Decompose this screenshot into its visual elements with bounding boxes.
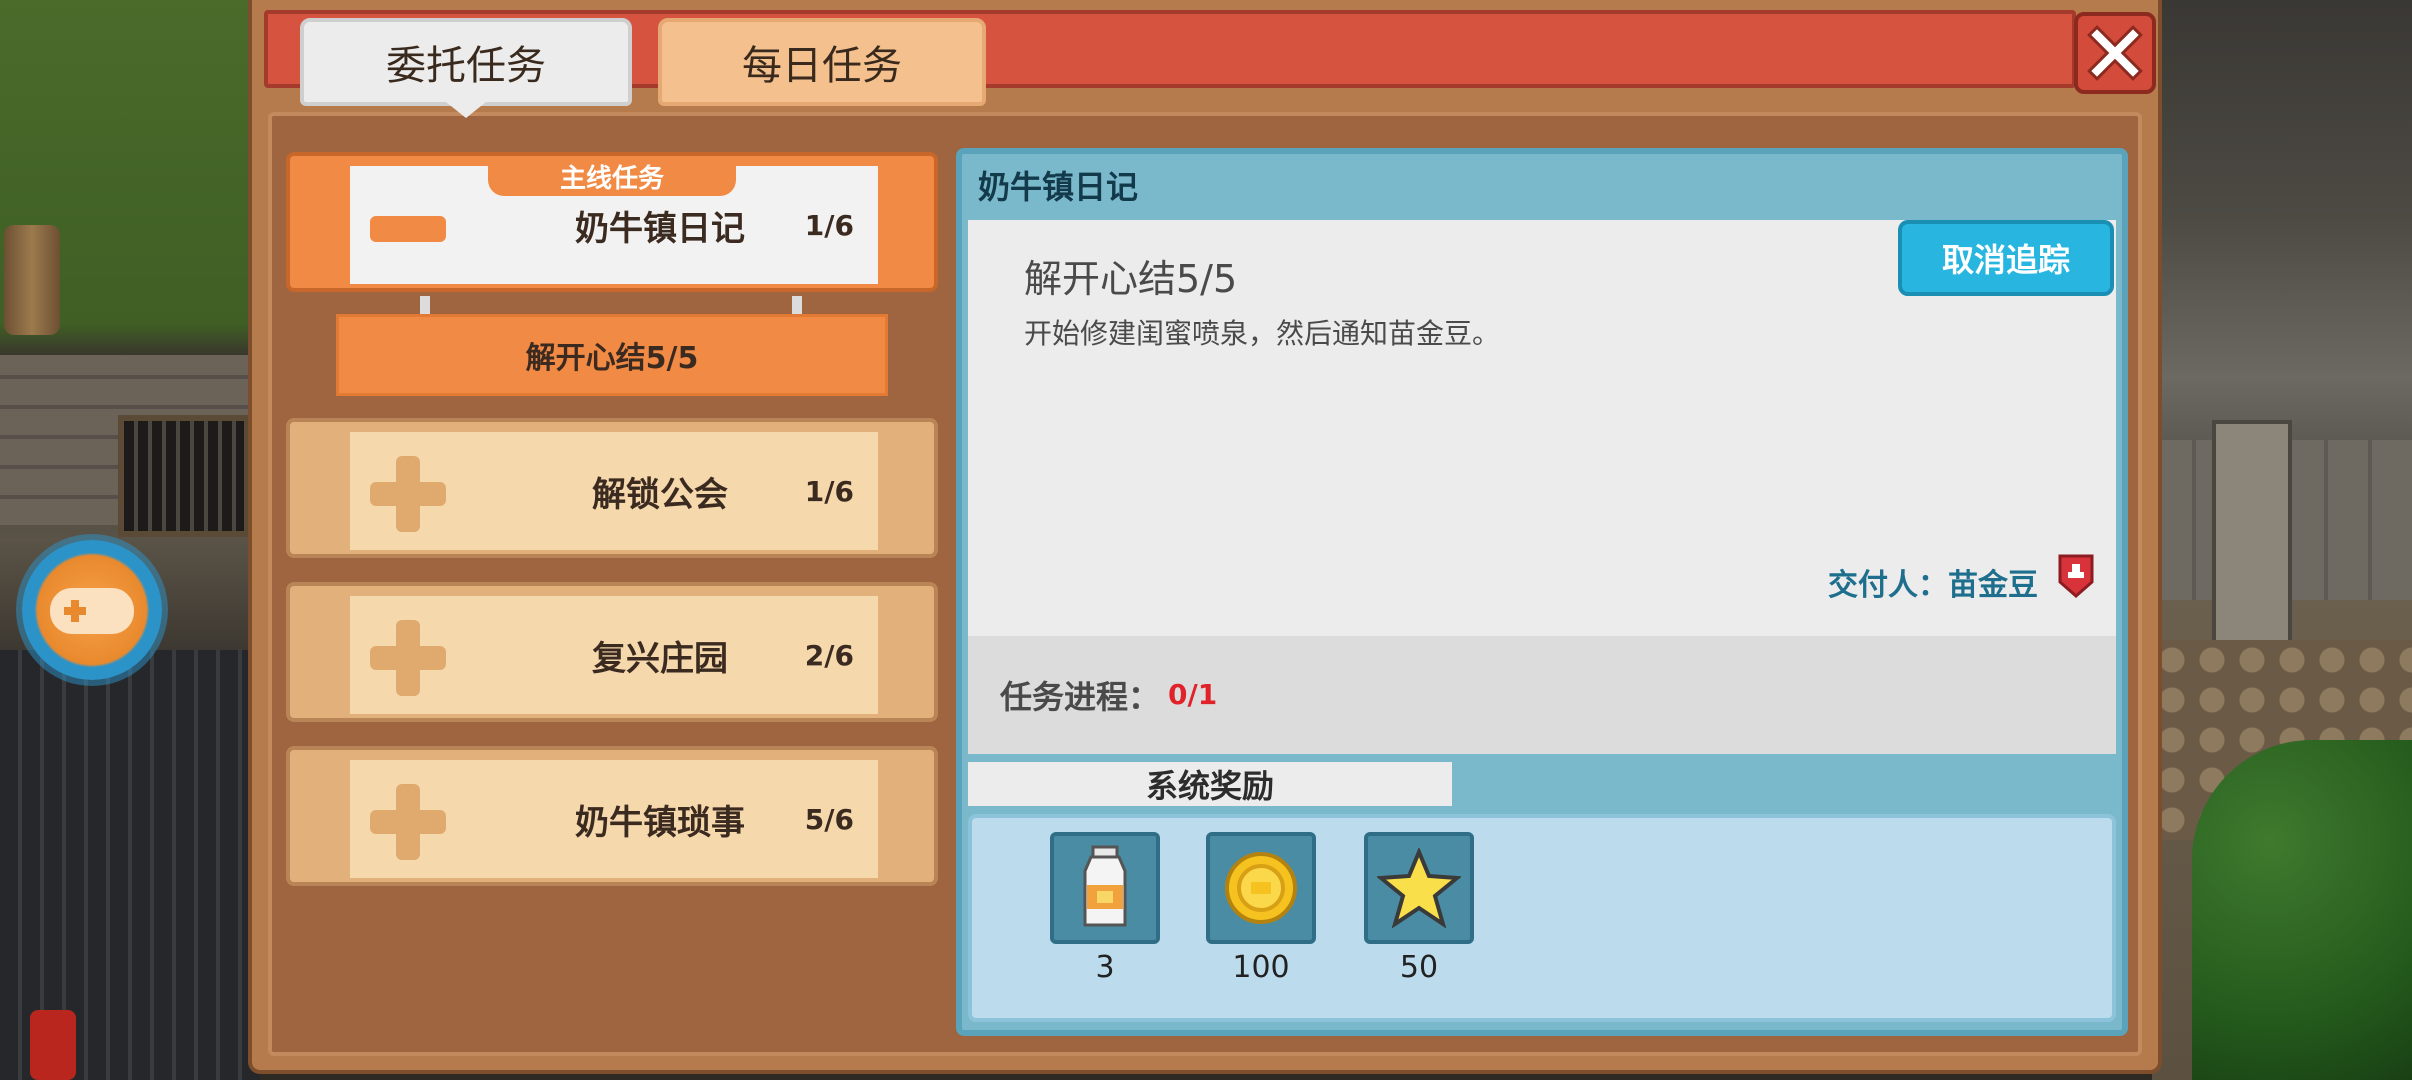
gamepad-icon [50,588,134,634]
tab-label: 委托任务 [386,43,546,89]
detail-title: 奶牛镇日记 [978,168,1139,206]
close-button[interactable] [2074,12,2156,94]
expand-icon [370,456,446,532]
tab-commission-quests[interactable]: 委托任务 [300,18,632,118]
scenery-right [2152,0,2412,1080]
milk-bottle-icon [1083,845,1127,927]
quest-card: 解锁公会 1/6 [350,432,878,550]
quest-count: 1/6 [804,208,854,242]
expand-icon [370,620,446,696]
quest-item-revive-manor[interactable]: 复兴庄园 2/6 [286,582,938,722]
tab-label: 每日任务 [742,43,902,89]
objective-description: 开始修建闺蜜喷泉，然后通知苗金豆。 [1024,317,1501,350]
scenery-left [0,0,260,1080]
quest-giver: 交付人：苗金豆 [1828,568,2038,603]
reward-slot [1050,832,1160,944]
reward-slot [1206,832,1316,944]
gamepad-button[interactable] [22,540,162,680]
reward-slot [1364,832,1474,944]
tab-daily-quests[interactable]: 每日任务 [658,18,986,106]
quest-name: 奶牛镇琐事 [575,802,745,843]
reward-item[interactable]: 3 [1050,832,1160,985]
objective-title: 解开心结5/5 [1024,257,1238,301]
location-pin-icon [2058,554,2094,598]
system-rewards-tab[interactable]: 系统奖励 [968,762,1452,806]
collapse-icon [370,216,446,242]
reward-tab-frame: 系统奖励 [962,754,1462,818]
rewards-area: 3 100 50 [968,814,2116,1022]
reward-quantity: 50 [1399,950,1439,985]
expand-icon [370,784,446,860]
reward-quantity: 100 [1232,950,1290,985]
main-quest-tag: 主线任务 [488,156,736,196]
gold-coin-icon [1225,852,1297,924]
reward-item[interactable]: 50 [1364,832,1474,985]
sub-task-item[interactable]: 解开心结5/5 [336,314,888,396]
progress-area: 任务进程： 0/1 [968,636,2116,754]
close-icon [2087,25,2143,81]
star-icon [1377,848,1461,928]
quest-card: 复兴庄园 2/6 [350,596,878,714]
quest-name: 解锁公会 [592,474,728,515]
quest-card: 奶牛镇琐事 5/6 [350,760,878,878]
quest-name: 复兴庄园 [592,638,728,679]
connector [420,296,430,316]
quest-count: 1/6 [804,474,854,508]
quest-count: 2/6 [804,638,854,672]
quest-item-unlock-guild[interactable]: 解锁公会 1/6 [286,418,938,558]
reward-item[interactable]: 100 [1206,832,1316,985]
quest-item-cow-town-chores[interactable]: 奶牛镇琐事 5/6 [286,746,938,886]
cancel-tracking-button[interactable]: 取消追踪 [1898,220,2114,296]
progress-label: 任务进程： [1000,678,1161,716]
progress-value: 0/1 [1168,678,1218,711]
quest-count: 5/6 [804,802,854,836]
connector [792,296,802,316]
reward-quantity: 3 [1095,950,1115,985]
